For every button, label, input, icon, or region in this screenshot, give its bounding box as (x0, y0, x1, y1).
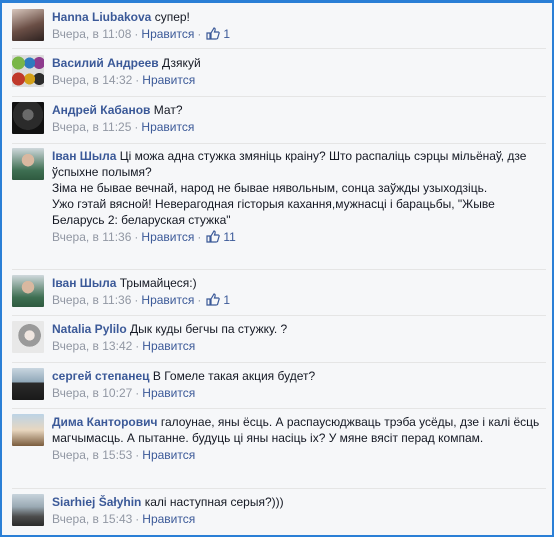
comment-text: Дык куды бегчы па стужку. ? (130, 322, 288, 336)
comment-text: Дзякуй (162, 56, 201, 70)
avatar[interactable] (12, 368, 44, 400)
divider (12, 362, 546, 363)
like-button[interactable]: Нравится (141, 27, 194, 41)
comment-meta: Вчера, в 15:53 · Нравится (52, 448, 196, 462)
comment-text: калі наступная серыя?))) (144, 495, 284, 509)
divider (12, 408, 546, 409)
comment-author[interactable]: Siarhiej Šałyhin (52, 495, 141, 509)
comment-item: сергей степанец В Гомеле такая акция буд… (12, 368, 546, 401)
comment-item: Василий Андреев Дзякуй Вчера, в 14:32 · Нр… (12, 55, 546, 88)
comment-author[interactable]: Іван Шыла (52, 149, 116, 163)
comments-panel: Hanna Liubakova супер! Вчера, в 11:08 · Нр… (0, 0, 554, 537)
comment-text: В Гомеле такая акция будет? (152, 369, 316, 383)
divider (12, 315, 546, 316)
like-count[interactable]: 11 (223, 230, 235, 244)
like-button[interactable]: Нравится (142, 339, 195, 353)
divider (12, 488, 546, 489)
avatar[interactable] (12, 102, 44, 134)
thumbs-up-icon[interactable] (206, 293, 221, 310)
comment-meta: Вчера, в 11:25 · Нравится (52, 120, 195, 134)
comment-time[interactable]: Вчера, в 11:25 (52, 120, 131, 134)
comment-time[interactable]: Вчера, в 11:08 (52, 27, 131, 41)
avatar[interactable] (12, 275, 44, 307)
avatar[interactable] (12, 321, 44, 353)
comment-author[interactable]: Hanna Liubakova (52, 10, 151, 24)
comment-meta: Вчера, в 11:08 · Нравится · 1 (52, 27, 546, 44)
avatar[interactable] (12, 494, 44, 526)
comment-meta: Вчера, в 13:42 · Нравится (52, 339, 196, 353)
comment-item: Андрей Кабанов Мат? Вчера, в 11:25 · Нрави… (12, 102, 546, 135)
comment-author[interactable]: Іван Шыла (52, 276, 116, 290)
comment-item: Hanna Liubakova супер! Вчера, в 11:08 · Нр… (12, 9, 546, 44)
comment-author[interactable]: сергей степанец (52, 369, 150, 383)
divider (12, 143, 546, 144)
comment-item: Дима Канторович галоунае, яны ёсць. А ра… (12, 414, 546, 463)
avatar[interactable] (12, 414, 44, 446)
like-button[interactable]: Нравится (141, 120, 194, 134)
like-count[interactable]: 1 (223, 293, 230, 307)
comment-text: Трымайцеся:) (119, 276, 197, 290)
divider (12, 48, 546, 49)
avatar[interactable] (12, 55, 44, 87)
like-button[interactable]: Нравится (141, 293, 194, 307)
comment-text: Ці можа адна стужка змяніць краіну? Што … (52, 149, 527, 179)
comment-item: Іван Шыла Трымайцеся:) Вчера, в 11:36 · Нр… (12, 275, 546, 310)
comment-meta: Вчера, в 14:32 · Нравится (52, 73, 196, 87)
comment-text: Мат? (153, 103, 183, 117)
like-button[interactable]: Нравится (142, 386, 195, 400)
comment-time[interactable]: Вчера, в 11:36 (52, 230, 131, 244)
comment-text: супер! (154, 10, 190, 24)
avatar[interactable] (12, 148, 44, 180)
comment-author[interactable]: Дима Канторович (52, 415, 157, 429)
like-button[interactable]: Нравится (141, 230, 194, 244)
like-count[interactable]: 1 (223, 27, 230, 41)
comment-author[interactable]: Василий Андреев (52, 56, 159, 70)
thumbs-up-icon[interactable] (206, 230, 221, 247)
like-button[interactable]: Нравится (142, 512, 195, 526)
comment-text-line: Зіма не бывае вечнай, народ не бывае няв… (52, 181, 488, 195)
comment-author[interactable]: Андрей Кабанов (52, 103, 150, 117)
comment-meta: Вчера, в 11:36 · Нравится · 1 (52, 293, 546, 310)
comment-time[interactable]: Вчера, в 15:53 (52, 448, 132, 462)
divider (12, 269, 546, 270)
avatar[interactable] (12, 9, 44, 41)
thumbs-up-icon[interactable] (206, 27, 221, 44)
comment-author[interactable]: Natalia Pylilo (52, 322, 127, 336)
like-button[interactable]: Нравится (142, 448, 195, 462)
comment-meta: Вчера, в 15:43 · Нравится (52, 512, 196, 526)
like-button[interactable]: Нравится (142, 73, 195, 87)
comment-item: Natalia Pylilo Дык куды бегчы па стужку.… (12, 321, 546, 354)
comment-meta: Вчера, в 10:27 · Нравится (52, 386, 196, 400)
comment-time[interactable]: Вчера, в 15:43 (52, 512, 132, 526)
comment-time[interactable]: Вчера, в 11:36 (52, 293, 131, 307)
comment-text-line: Ужо гэтай вясной! Неверагодная гісторыя … (52, 197, 495, 227)
comment-item: Іван Шыла Ці можа адна стужка змяніць кр… (12, 148, 546, 247)
comment-time[interactable]: Вчера, в 13:42 (52, 339, 132, 353)
comment-time[interactable]: Вчера, в 10:27 (52, 386, 132, 400)
comment-item: Siarhiej Šałyhin калі наступная серыя?))… (12, 494, 546, 527)
divider (12, 96, 546, 97)
comment-time[interactable]: Вчера, в 14:32 (52, 73, 132, 87)
comment-meta: Вчера, в 11:36 · Нравится · 11 (52, 230, 546, 247)
